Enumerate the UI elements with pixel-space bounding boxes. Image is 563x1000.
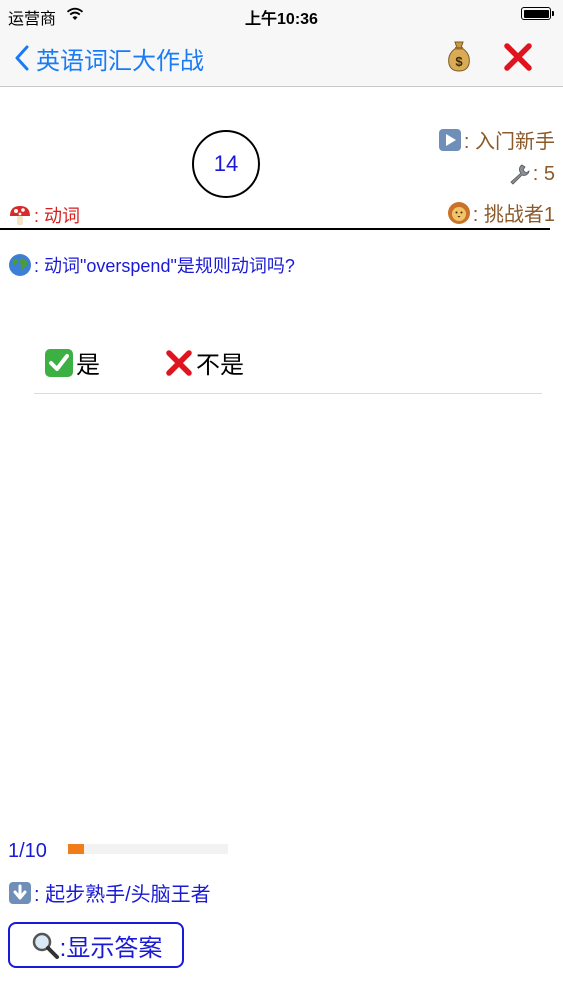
mushroom-icon	[10, 206, 30, 225]
option-yes[interactable]: 是	[44, 345, 100, 380]
option-yes-label: 是	[76, 352, 100, 379]
status-bar: 运营商 上午10:36	[0, 0, 563, 30]
play-button-icon	[438, 128, 461, 151]
player-info: : 挑战者1	[447, 198, 555, 227]
level-range-label: : 起步熟手/头脑王者	[34, 884, 211, 906]
tools-count: : 5	[532, 162, 555, 185]
magnifier-icon	[32, 932, 59, 959]
question-text: : 动词"overspend"是规则动词吗?	[34, 256, 295, 276]
timer-value: 14	[213, 151, 239, 176]
globe-icon	[9, 254, 31, 276]
cross-mark-icon	[166, 349, 192, 376]
level-info: : 入门新手	[438, 125, 555, 154]
progress-bar	[68, 844, 228, 854]
battery-icon	[521, 7, 554, 20]
show-answer-button[interactable]: :显示答案	[8, 922, 184, 968]
question: : 动词"overspend"是规则动词吗?	[8, 252, 295, 278]
show-answer-label: :显示答案	[59, 934, 163, 962]
option-no-label: 不是	[196, 352, 244, 379]
countdown-timer: 14	[192, 130, 260, 198]
close-icon[interactable]	[503, 42, 533, 72]
back-button[interactable]: 英语词汇大作战	[14, 40, 204, 76]
progress-label: 1/10	[8, 840, 47, 862]
wrench-icon	[510, 164, 530, 185]
money-bag-icon[interactable]: $	[446, 40, 472, 72]
level-label: : 入门新手	[463, 131, 555, 153]
option-no[interactable]: 不是	[164, 345, 244, 380]
lion-icon	[447, 201, 470, 224]
header-divider	[0, 228, 550, 230]
check-mark-icon	[45, 348, 73, 377]
clock-time: 上午10:36	[245, 11, 318, 28]
player-label: : 挑战者1	[472, 204, 555, 226]
chevron-left-icon	[15, 45, 29, 71]
back-button-label: 英语词汇大作战	[36, 47, 204, 75]
options-separator	[34, 393, 542, 394]
answer-options: 是 不是	[44, 345, 244, 380]
svg-text:$: $	[455, 54, 463, 69]
level-range: : 起步熟手/头脑王者	[8, 878, 211, 907]
category-label: : 动词	[34, 206, 81, 226]
tools-info: : 5	[507, 162, 555, 186]
progress-fill	[68, 844, 84, 854]
down-arrow-icon	[9, 881, 31, 904]
category-info: : 动词	[8, 202, 80, 228]
navigation-bar: 英语词汇大作战	[0, 30, 563, 87]
